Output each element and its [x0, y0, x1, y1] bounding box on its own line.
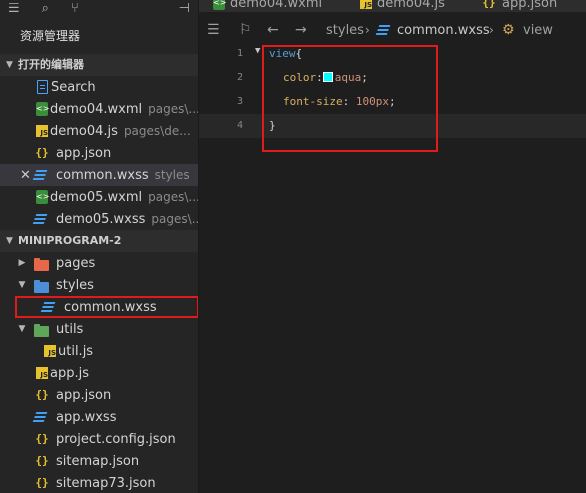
js-file-icon: [36, 125, 48, 137]
tree-file-project-config-json[interactable]: {} project.config.json: [0, 428, 198, 450]
split-panel-icon[interactable]: ⊣: [179, 3, 190, 15]
wxss-file-icon: [34, 211, 50, 227]
line-number: 3: [236, 96, 243, 107]
breadcrumb-common-wxss[interactable]: common.wxss: [397, 23, 490, 38]
sidebar-toolbar: ☰ ⌕ ⑂ ⊣: [0, 0, 198, 18]
tab-demo04-js[interactable]: demo04.js: [358, 0, 445, 12]
json-file-icon: {}: [482, 0, 496, 9]
line-number: 1: [236, 48, 243, 59]
symbol-icon: ⚙: [502, 22, 515, 38]
project-header[interactable]: ▼ MINIPROGRAM-2: [0, 230, 198, 252]
tab-demo04-wxml[interactable]: demo04.wxml: [211, 0, 322, 12]
open-editor-demo05-wxss[interactable]: demo05.wxss pages\...: [0, 208, 198, 230]
tree-folder-utils[interactable]: ▼ utils: [0, 318, 198, 340]
chevron-down-icon: ▼: [6, 60, 13, 70]
menu-icon[interactable]: ☰: [8, 3, 20, 15]
editor-tab-bar: demo04.wxml demo04.js {} app.json: [199, 0, 586, 12]
search-icon[interactable]: ⌕: [42, 3, 49, 15]
chevron-right-icon: ›: [365, 23, 370, 37]
tree-file-app-js[interactable]: app.js: [0, 362, 198, 384]
wxml-file-icon: [36, 190, 48, 204]
open-editor-demo04-wxml[interactable]: demo04.wxml pages\...: [0, 98, 198, 120]
breadcrumb-styles[interactable]: styles: [326, 23, 364, 38]
file-tree: ▶ pages ▼ styles common.wxss ▼ utils uti…: [0, 252, 198, 493]
explorer-sidebar: ☰ ⌕ ⑂ ⊣ 资源管理器 ▼ 打开的编辑器 Search demo04.wxm…: [0, 0, 199, 493]
tree-folder-styles[interactable]: ▼ styles: [0, 274, 198, 296]
chevron-right-icon: ▶: [18, 258, 26, 268]
chevron-right-icon: ›: [489, 23, 494, 37]
tree-file-sitemap73-json[interactable]: {} sitemap73.json: [0, 472, 198, 493]
breadcrumb-view[interactable]: view: [523, 23, 553, 38]
source-control-icon[interactable]: ⑂: [71, 3, 79, 15]
folder-open-icon: [34, 279, 50, 293]
open-editor-app-json[interactable]: {} app.json: [0, 142, 198, 164]
wxml-file-icon: [213, 0, 225, 10]
json-file-icon: {}: [35, 476, 49, 489]
wxss-file-icon: [377, 22, 393, 38]
tab-app-json[interactable]: {} app.json: [481, 0, 557, 12]
json-file-icon: {}: [35, 432, 49, 445]
highlight-box-tree: [15, 296, 198, 318]
folder-open-icon: [34, 323, 50, 337]
js-file-icon: [36, 367, 48, 379]
js-file-icon: [44, 345, 56, 357]
open-editor-search[interactable]: Search: [0, 76, 198, 98]
tree-file-app-wxss[interactable]: app.wxss: [0, 406, 198, 428]
search-file-icon: [37, 80, 48, 94]
open-editor-demo05-wxml[interactable]: demo05.wxml pages\...: [0, 186, 198, 208]
line-number: 4: [236, 120, 243, 131]
js-file-icon: [360, 0, 372, 9]
wxss-file-icon: [34, 409, 50, 425]
json-file-icon: {}: [35, 454, 49, 467]
folder-icon: [34, 257, 50, 271]
highlight-box-code: [262, 45, 438, 152]
open-editor-demo04-js[interactable]: demo04.js pages\de...: [0, 120, 198, 142]
wxml-file-icon: [36, 102, 48, 116]
json-file-icon: {}: [35, 388, 49, 401]
open-editors-header[interactable]: ▼ 打开的编辑器: [0, 54, 198, 76]
chevron-down-icon: ▼: [6, 236, 13, 246]
close-icon[interactable]: ✕: [20, 168, 31, 183]
explorer-title: 资源管理器: [20, 29, 81, 43]
breadcrumb: ☰ ⚐ ← → styles › common.wxss › ⚙ view: [199, 18, 586, 42]
tree-file-util-js[interactable]: util.js: [0, 340, 198, 362]
back-arrow-icon[interactable]: ←: [267, 22, 279, 38]
wxss-file-icon: [34, 167, 50, 183]
tree-file-sitemap-json[interactable]: {} sitemap.json: [0, 450, 198, 472]
line-number: 2: [236, 72, 243, 83]
json-file-icon: {}: [35, 146, 49, 159]
chevron-down-icon: ▼: [18, 324, 26, 334]
bookmark-icon[interactable]: ⚐: [239, 22, 252, 38]
tree-file-app-json[interactable]: {} app.json: [0, 384, 198, 406]
code-editor[interactable]: ▼ 1 view{ 2 color: aqua; 3 font-size: 100…: [199, 42, 586, 493]
open-editor-common-wxss[interactable]: ✕ common.wxss styles: [0, 164, 198, 186]
list-icon[interactable]: ☰: [207, 22, 220, 38]
open-editors-list: Search demo04.wxml pages\... demo04.js p…: [0, 76, 198, 230]
forward-arrow-icon[interactable]: →: [295, 22, 307, 38]
tree-folder-pages[interactable]: ▶ pages: [0, 252, 198, 274]
chevron-down-icon: ▼: [18, 280, 26, 290]
